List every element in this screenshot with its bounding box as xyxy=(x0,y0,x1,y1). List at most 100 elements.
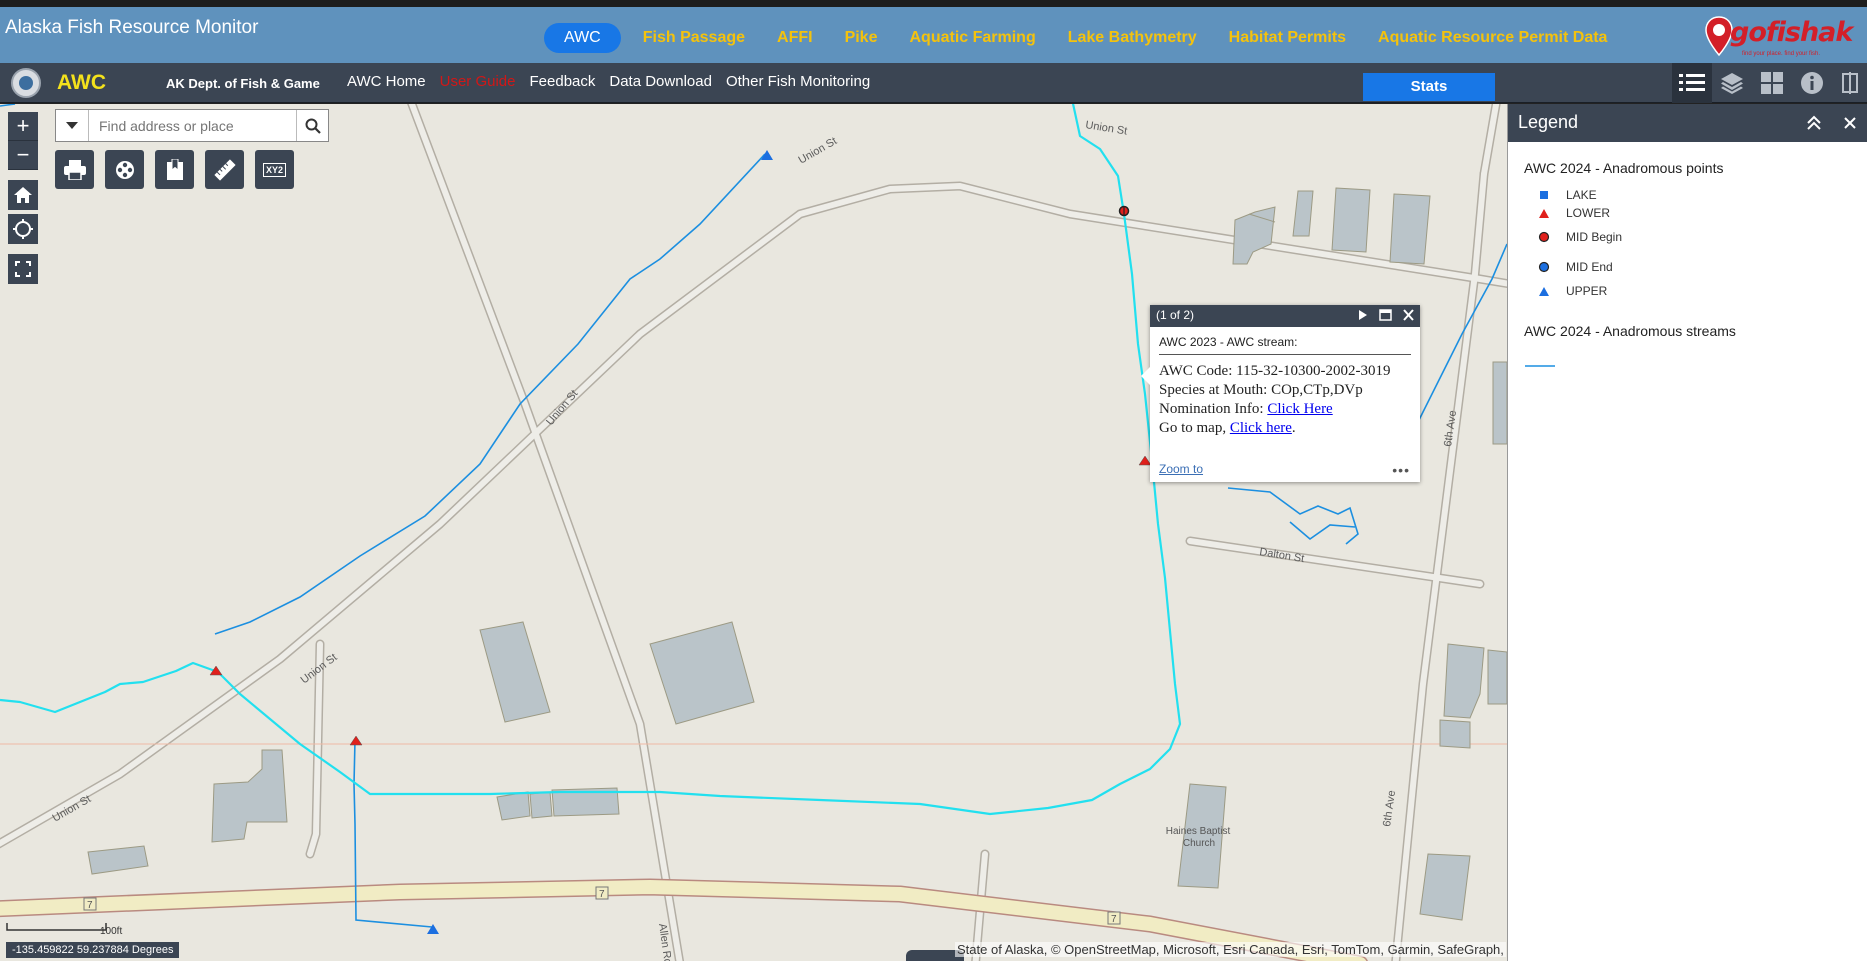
basemap: Union St Union St Union St Union St Unio… xyxy=(0,104,1507,961)
layers-icon[interactable] xyxy=(1712,63,1752,103)
awc-code-value: 115-32-10300-2002-3019 xyxy=(1236,363,1391,379)
tab-affi[interactable]: AFFI xyxy=(761,23,829,53)
adfg-seal-icon xyxy=(11,68,41,98)
map-view[interactable]: Union St Union St Union St Union St Unio… xyxy=(0,104,1507,961)
route-shield-label: 7 xyxy=(1111,914,1117,925)
zoom-out-button[interactable]: − xyxy=(8,141,38,170)
square-symbol-icon xyxy=(1540,191,1548,199)
bookmark-button[interactable] xyxy=(155,150,194,189)
poi-label-line: Church xyxy=(1183,838,1215,849)
tab-aquatic-resource-permit-data[interactable]: Aquatic Resource Permit Data xyxy=(1362,23,1623,53)
street-label-dalton-st: Dalton St xyxy=(1259,546,1306,565)
legend-item-label: MID Begin xyxy=(1566,230,1623,244)
locate-icon xyxy=(13,219,33,239)
street-label-union-st: Union St xyxy=(544,388,580,428)
goto-map-link[interactable]: Click here xyxy=(1230,420,1292,436)
species-label: Species at Mouth: xyxy=(1159,382,1272,398)
popup-species-row: Species at Mouth: COp,CTp,DVp xyxy=(1159,381,1411,400)
map-attribution: State of Alaska, © OpenStreetMap, Micros… xyxy=(955,942,1506,957)
search-button[interactable] xyxy=(296,110,328,141)
stats-button[interactable]: Stats xyxy=(1363,73,1495,101)
gofishak-logo[interactable]: gofishak find your place. find your fish… xyxy=(1704,13,1853,63)
legend-item-mid-begin: MID Begin xyxy=(1536,230,1622,244)
panel-toolbar xyxy=(1672,63,1867,103)
search-widget xyxy=(55,109,329,142)
species-value: COp,CTp,DVp xyxy=(1271,382,1363,398)
bookmark-icon xyxy=(166,158,183,180)
nav-awc-label: AWC xyxy=(57,71,106,94)
nav-link-other-fish-monitoring[interactable]: Other Fish Monitoring xyxy=(719,73,877,90)
goto-suffix: . xyxy=(1291,420,1296,436)
nav-link-data-download[interactable]: Data Download xyxy=(602,73,719,90)
legend-item-label: UPPER xyxy=(1566,284,1608,298)
street-label-union-st: Union St xyxy=(1085,119,1129,137)
search-source-dropdown[interactable] xyxy=(56,110,89,141)
popup-nomination-row: Nomination Info: Click Here xyxy=(1159,400,1411,419)
film-reel-button[interactable] xyxy=(105,150,144,189)
more-actions-icon[interactable]: ••• xyxy=(1392,462,1410,478)
nav-link-user-guide[interactable]: User Guide xyxy=(433,73,523,90)
legend-item-label: LOWER xyxy=(1566,206,1611,220)
print-button[interactable] xyxy=(55,150,94,189)
popup-controls xyxy=(1356,308,1415,322)
tab-pike[interactable]: Pike xyxy=(829,23,894,53)
zoom-in-button[interactable]: + xyxy=(8,112,38,141)
logo-tagline: find your place. find your fish. xyxy=(1742,51,1821,57)
search-icon xyxy=(305,118,321,134)
legend-item-label: MID End xyxy=(1566,260,1613,274)
legend-item-label: LAKE xyxy=(1566,188,1597,202)
legend-title: Legend xyxy=(1518,112,1579,132)
print-icon xyxy=(63,159,86,180)
anadromous-streams-cyan xyxy=(0,104,1182,816)
chevron-down-icon xyxy=(66,121,78,129)
tab-aquatic-farming[interactable]: Aquatic Farming xyxy=(893,23,1051,53)
zoom-to-link[interactable]: Zoom to xyxy=(1159,462,1203,476)
coordinate-readout: -135.459822 59.237884 Degrees xyxy=(6,942,180,958)
close-icon[interactable] xyxy=(1402,308,1415,322)
legend-layer-title: AWC 2024 - Anadromous streams xyxy=(1524,323,1736,339)
logo-text: gofishak xyxy=(1730,17,1853,48)
nav-links: AWC Home User Guide Feedback Data Downlo… xyxy=(340,73,877,90)
locate-button[interactable] xyxy=(8,214,38,244)
triangle-symbol-icon xyxy=(1539,286,1549,296)
close-icon[interactable] xyxy=(1841,114,1859,132)
collapse-icon[interactable] xyxy=(1805,114,1823,132)
goto-label: Go to map, xyxy=(1159,420,1230,436)
home-button[interactable] xyxy=(8,180,38,210)
feature-popup: (1 of 2) AWC 2023 - AWC stream: AWC Code… xyxy=(1141,305,1420,482)
measure-button[interactable] xyxy=(205,150,244,189)
nomination-link[interactable]: Click Here xyxy=(1267,401,1332,417)
legend-header: Legend xyxy=(1508,104,1867,142)
swipe-icon[interactable] xyxy=(1832,63,1867,103)
next-feature-icon[interactable] xyxy=(1356,308,1369,322)
upper-point-icon[interactable] xyxy=(761,150,773,160)
popup-header: (1 of 2) xyxy=(1150,305,1420,327)
lower-point-icon[interactable] xyxy=(349,735,363,746)
xy-coordinate-button[interactable]: XY2 xyxy=(255,150,294,189)
circle-symbol-icon xyxy=(1538,231,1550,243)
tab-habitat-permits[interactable]: Habitat Permits xyxy=(1213,23,1362,53)
popup-body: AWC Code: 115-32-10300-2002-3019 Species… xyxy=(1159,362,1411,438)
stream-line-symbol-icon xyxy=(1525,365,1555,367)
nav-link-feedback[interactable]: Feedback xyxy=(523,73,603,90)
poi-label-line: Haines Baptist xyxy=(1166,826,1231,837)
basemap-grid-icon[interactable] xyxy=(1752,63,1792,103)
search-input[interactable] xyxy=(89,110,296,141)
popup-title: AWC 2023 - AWC stream: xyxy=(1159,335,1411,355)
popup-goto-row: Go to map, Click here. xyxy=(1159,419,1411,438)
tab-awc[interactable]: AWC xyxy=(544,23,621,53)
list-icon[interactable] xyxy=(1672,63,1712,103)
map-tool-row: XY2 xyxy=(55,150,294,189)
info-icon[interactable] xyxy=(1792,63,1832,103)
circle-symbol-icon xyxy=(1538,261,1550,273)
maximize-icon[interactable] xyxy=(1379,308,1392,322)
tab-lake-bathymetry[interactable]: Lake Bathymetry xyxy=(1052,23,1213,53)
legend-item-mid-end: MID End xyxy=(1536,260,1613,274)
nav-link-awc-home[interactable]: AWC Home xyxy=(340,73,433,90)
fullscreen-button[interactable] xyxy=(8,254,38,284)
tab-fish-passage[interactable]: Fish Passage xyxy=(627,23,761,53)
fullscreen-icon xyxy=(15,261,31,277)
upper-point-icon[interactable] xyxy=(427,924,439,934)
awc-code-label: AWC Code: xyxy=(1159,363,1237,379)
app-tabs: AWC Fish Passage AFFI Pike Aquatic Farmi… xyxy=(544,23,1623,53)
